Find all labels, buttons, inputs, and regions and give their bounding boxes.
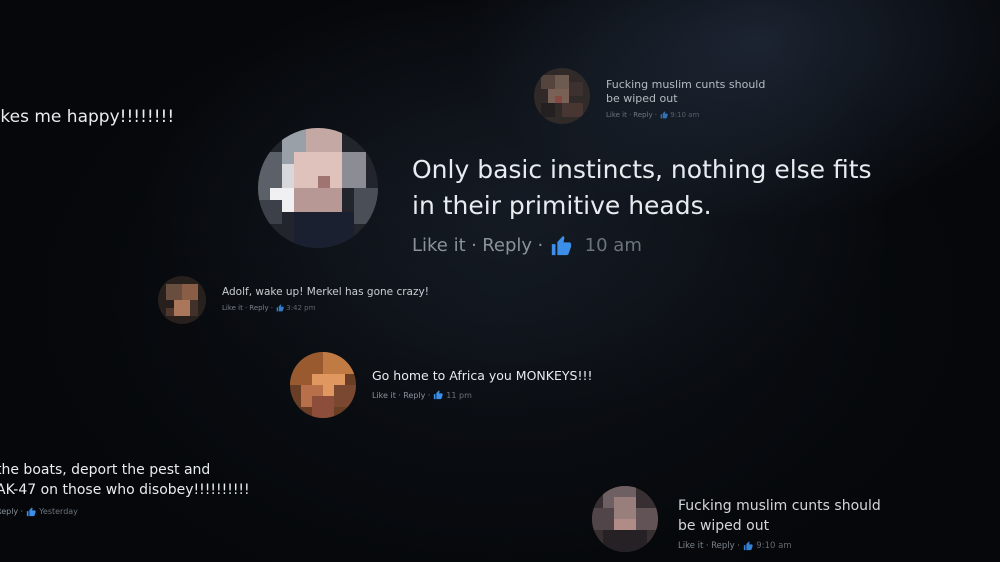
comment-bottom-right: Fucking muslim cunts should be wiped out… — [592, 486, 918, 552]
timestamp: 3:42 pm — [286, 303, 316, 312]
timestamp: 9:10 am — [756, 540, 792, 551]
like-link[interactable]: Like it — [372, 391, 396, 400]
avatar[interactable] — [290, 352, 356, 418]
comment-meta: Like it · Reply · 10 am — [412, 235, 892, 257]
comment-meta: Like it · Reply · 9:10 am — [678, 541, 918, 551]
separator: · — [537, 235, 544, 256]
comment-text-line-1: Fucking muslim cunts should — [678, 498, 881, 514]
thumbs-up-icon[interactable] — [660, 110, 668, 119]
comment-africa: Go home to Africa you MONKEYS!!! Like it… — [290, 352, 592, 418]
comment-text: Fucking muslim cunts should be wiped out — [606, 78, 806, 107]
thumbs-up-icon[interactable] — [26, 507, 36, 517]
comment-text-line-2: in their primitive heads. — [412, 191, 712, 221]
comment-text-line-1: Fucking muslim cunts should — [606, 78, 766, 91]
like-link[interactable]: Like it — [606, 111, 627, 119]
comment-meta: Reply · Yesterday — [0, 507, 250, 517]
comment-meta: Like it · Reply · 3:42 pm — [222, 304, 429, 312]
separator: · — [20, 507, 24, 517]
comment-text-line-2: be wiped out — [606, 92, 678, 106]
comment-meta: Like it · Reply · 11 pm — [372, 390, 592, 400]
separator: · — [244, 303, 248, 312]
comment-text-line-2: be wiped out — [678, 518, 770, 535]
thumbs-up-icon[interactable] — [743, 541, 753, 551]
like-link[interactable]: Like it — [222, 304, 243, 312]
timestamp: Yesterday — [39, 507, 78, 517]
comment-text-line-1: Only basic instincts, nothing else fits — [412, 155, 872, 184]
thumbs-up-icon[interactable] — [433, 390, 444, 400]
comment-text: Go home to Africa you MONKEYS!!! — [372, 368, 593, 383]
separator: · — [270, 303, 274, 312]
timestamp: 11 pm — [446, 390, 472, 400]
separator: · — [471, 235, 477, 256]
avatar[interactable] — [258, 128, 378, 248]
separator: · — [427, 390, 431, 400]
comment-text-line-2: AK-47 on those who disobey!!!!!!!!!! — [0, 482, 250, 499]
comment-meta: Like it · Reply · 9:10 am — [606, 111, 806, 119]
comment-top-right: Fucking muslim cunts should be wiped out… — [534, 68, 806, 124]
reply-link[interactable]: Reply — [711, 541, 735, 551]
avatar[interactable] — [158, 276, 206, 324]
separator: · — [398, 390, 401, 400]
comment-main: Only basic instincts, nothing else fits … — [258, 128, 892, 257]
reply-link[interactable]: Reply — [633, 111, 652, 119]
like-link[interactable]: Like it — [678, 541, 703, 551]
reply-link[interactable]: Reply — [482, 235, 532, 256]
comment-wall: Fucking muslim cunts should be wiped out… — [0, 0, 1000, 562]
reply-link[interactable]: Reply — [0, 507, 18, 516]
avatar[interactable] — [534, 68, 590, 124]
thumbs-up-icon[interactable] — [550, 235, 572, 257]
separator: · — [705, 540, 709, 551]
comment-text: Fucking muslim cunts should be wiped out — [678, 496, 918, 537]
comment-left-top: akes me happy!!!!!!!! — [0, 106, 174, 128]
comment-adolf: Adolf, wake up! Merkel has gone crazy! L… — [158, 276, 429, 324]
separator: · — [654, 110, 658, 119]
separator: · — [628, 110, 632, 119]
comment-text: Only basic instincts, nothing else fits … — [412, 152, 892, 225]
timestamp: 9:10 am — [670, 110, 700, 119]
comment-text: the boats, deport the pest and AK-47 on … — [0, 460, 250, 501]
reply-link[interactable]: Reply — [249, 304, 268, 312]
comment-text: Adolf, wake up! Merkel has gone crazy! — [222, 286, 429, 298]
comment-text: akes me happy!!!!!!!! — [0, 107, 175, 127]
comment-bottom-left: the boats, deport the pest and AK-47 on … — [0, 460, 250, 517]
timestamp: 10 am — [584, 235, 642, 256]
reply-link[interactable]: Reply — [403, 391, 425, 400]
separator: · — [737, 540, 740, 551]
thumbs-up-icon[interactable] — [276, 303, 284, 312]
like-link[interactable]: Like it — [412, 235, 466, 256]
comment-text-line-1: the boats, deport the pest and — [0, 462, 211, 478]
avatar[interactable] — [592, 486, 658, 552]
